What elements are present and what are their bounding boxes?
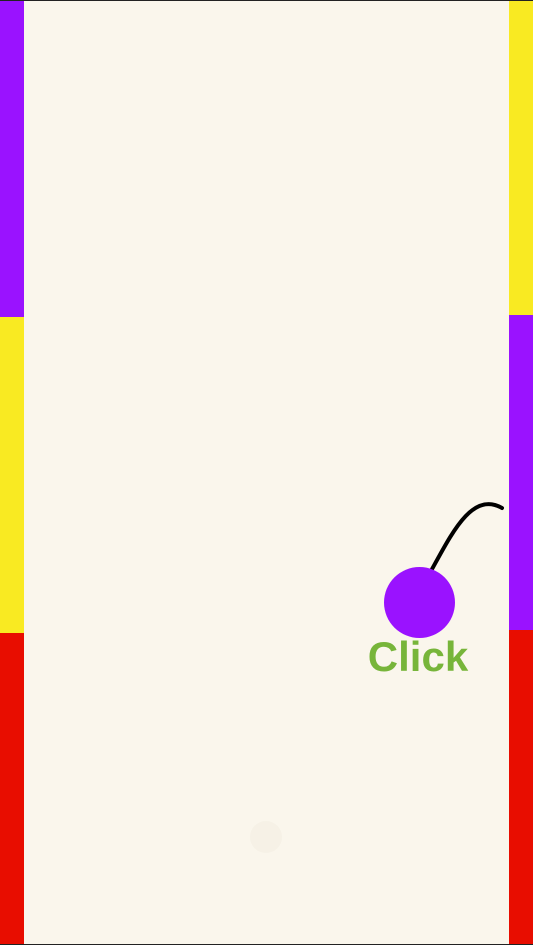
click-hint: Click [367,633,469,680]
game-stage[interactable]: Click [0,0,533,945]
pacman-ghost-icon [250,821,282,853]
trail-path [429,502,504,573]
ball-trail [429,502,504,573]
player-ball[interactable] [384,567,455,638]
